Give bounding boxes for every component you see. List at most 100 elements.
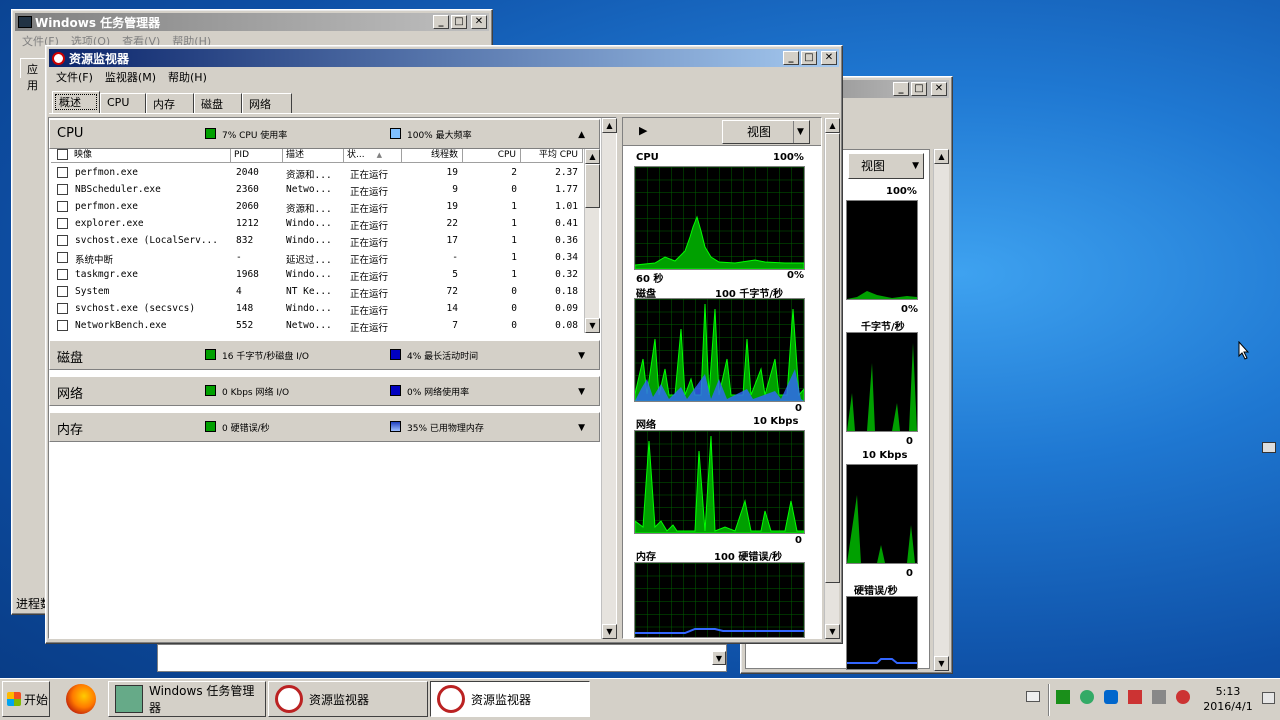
row-checkbox[interactable]	[57, 218, 68, 229]
maximize-button[interactable]: □	[451, 15, 467, 29]
table-row[interactable]: svchost.exe (LocalServ... 832 Windo... 正…	[51, 232, 584, 249]
col-status[interactable]: 状... ▲	[344, 149, 402, 163]
network-status-icon[interactable]	[1080, 690, 1094, 704]
close-button[interactable]: ✕	[931, 82, 947, 96]
col-threads[interactable]: 线程数	[402, 149, 463, 163]
col-cpu[interactable]: CPU	[463, 149, 521, 163]
col-image[interactable]: 映像	[51, 149, 231, 163]
taskbar-task-manager[interactable]: Windows 任务管理器	[108, 681, 266, 717]
view-button[interactable]: 视图 ▼	[722, 120, 810, 144]
clock-time: 5:13	[1215, 685, 1241, 698]
row-checkbox[interactable]	[57, 252, 68, 263]
memory-section-header[interactable]: 内存 0 硬错误/秒 35% 已用物理内存 ▼	[49, 412, 600, 442]
cell-pid: 552	[236, 320, 254, 331]
network-section-header[interactable]: 网络 0 Kbps 网络 I/O 0% 网络使用率 ▼	[49, 376, 600, 406]
firefox-icon[interactable]	[66, 684, 96, 714]
minimize-button[interactable]: _	[783, 51, 799, 65]
cell-image: 系统中断	[75, 255, 114, 266]
scroll-thumb[interactable]	[825, 133, 840, 583]
security-alert-icon[interactable]	[1128, 690, 1142, 704]
resource-monitor-titlebar[interactable]: 资源监视器 _ □ ✕	[49, 49, 839, 67]
back-scrollbar[interactable]: ▲ ▼	[933, 149, 949, 671]
left-pane-scrollbar[interactable]: ▲ ▼	[601, 118, 617, 639]
taskbar-resource-monitor-1[interactable]: 资源监视器	[268, 681, 428, 717]
scroll-down-icon[interactable]: ▼	[934, 656, 949, 671]
tab-overview[interactable]: 概述	[52, 91, 100, 113]
menu-help[interactable]: 帮助(H)	[162, 69, 213, 85]
table-row[interactable]: taskmgr.exe 1968 Windo... 正在运行 5 1 0.32	[51, 266, 584, 283]
start-button[interactable]: 开始	[2, 681, 50, 717]
tab-memory[interactable]: 内存	[146, 93, 194, 113]
show-desktop-icon[interactable]	[1262, 692, 1275, 704]
cpu-section-header[interactable]: CPU 7% CPU 使用率 100% 最大频率 ▲	[49, 119, 600, 149]
scroll-up-icon[interactable]: ▲	[602, 118, 617, 133]
minimize-button[interactable]: _	[893, 82, 909, 96]
select-all-checkbox[interactable]	[57, 149, 68, 160]
col-status-label: 状...	[347, 150, 365, 160]
action-center-icon[interactable]	[1104, 690, 1118, 704]
table-row[interactable]: System 4 NT Ke... 正在运行 72 0 0.18	[51, 283, 584, 300]
menu-monitor[interactable]: 监视器(M)	[99, 69, 162, 85]
cell-pid: 2360	[236, 184, 259, 195]
network-icon[interactable]	[1152, 690, 1166, 704]
row-checkbox[interactable]	[57, 184, 68, 195]
table-row[interactable]: perfmon.exe 2040 资源和... 正在运行 19 2 2.37	[51, 164, 584, 181]
close-button[interactable]: ✕	[471, 15, 487, 29]
task-manager-titlebar[interactable]: Windows 任务管理器 _ □ ✕	[15, 13, 489, 31]
scroll-down-icon[interactable]: ▼	[712, 651, 726, 665]
background-input-strip: ▼	[157, 644, 727, 672]
cell-avg-cpu: 0.08	[555, 320, 578, 331]
minimize-button[interactable]: _	[433, 15, 449, 29]
cell-cpu: 0	[511, 320, 517, 331]
expand-down-icon[interactable]: ▼	[578, 351, 585, 361]
disk-section-header[interactable]: 磁盘 16 千字节/秒磁盘 I/O 4% 最长活动时间 ▼	[49, 340, 600, 370]
cpu-table-scrollbar[interactable]: ▲ ▼	[584, 149, 600, 333]
graph-pane-scrollbar[interactable]: ▲ ▼	[824, 118, 840, 639]
row-checkbox[interactable]	[57, 167, 68, 178]
clock[interactable]: 5:13 2016/4/1	[1198, 684, 1258, 714]
network-usage-legend: 0% 网络使用率	[407, 388, 470, 398]
collapse-pane-icon[interactable]: ▶	[639, 124, 647, 137]
scroll-down-icon[interactable]: ▼	[585, 318, 600, 333]
scroll-up-icon[interactable]: ▲	[934, 149, 949, 164]
back-graph-disk-min: 0	[906, 436, 913, 447]
expand-down-icon[interactable]: ▼	[578, 387, 585, 397]
max-frequency-legend-swatch	[390, 128, 401, 139]
table-row[interactable]: 系统中断 - 延迟过... 正在运行 - 1 0.34	[51, 249, 584, 266]
row-checkbox[interactable]	[57, 201, 68, 212]
table-row[interactable]: perfmon.exe 2060 资源和... 正在运行 19 1 1.01	[51, 198, 584, 215]
tab-disk[interactable]: 磁盘	[194, 93, 242, 113]
collapse-up-icon[interactable]: ▲	[578, 130, 585, 140]
row-checkbox[interactable]	[57, 235, 68, 246]
expand-down-icon[interactable]: ▼	[578, 423, 585, 433]
table-row[interactable]: explorer.exe 1212 Windo... 正在运行 22 1 0.4…	[51, 215, 584, 232]
table-row[interactable]: svchost.exe (secsvcs) 148 Windo... 正在运行 …	[51, 300, 584, 317]
volume-muted-icon[interactable]	[1176, 690, 1190, 704]
tab-network[interactable]: 网络	[242, 93, 292, 113]
row-checkbox[interactable]	[57, 269, 68, 280]
back-graph-net-max: 10 Kbps	[862, 450, 908, 461]
col-description[interactable]: 描述	[283, 149, 344, 163]
tab-cpu[interactable]: CPU	[100, 93, 146, 113]
col-pid[interactable]: PID	[231, 149, 283, 163]
scroll-up-icon[interactable]: ▲	[585, 149, 600, 164]
scroll-up-icon[interactable]: ▲	[825, 118, 840, 133]
taskbar-resource-monitor-2[interactable]: 资源监视器	[430, 681, 590, 717]
table-row[interactable]: NBScheduler.exe 2360 Netwo... 正在运行 9 0 1…	[51, 181, 584, 198]
row-checkbox[interactable]	[57, 320, 68, 331]
close-button[interactable]: ✕	[821, 51, 837, 65]
row-checkbox[interactable]	[57, 303, 68, 314]
col-avg-cpu[interactable]: 平均 CPU	[521, 149, 583, 163]
maximize-button[interactable]: □	[911, 82, 927, 96]
scroll-thumb[interactable]	[585, 164, 600, 208]
back-graph-mem	[846, 596, 918, 670]
row-checkbox[interactable]	[57, 286, 68, 297]
back-view-button[interactable]: 视图 ▼	[848, 153, 924, 179]
keyboard-icon[interactable]	[1026, 691, 1040, 702]
table-row[interactable]: NetworkBench.exe 552 Netwo... 正在运行 7 0 0…	[51, 317, 584, 334]
menu-file[interactable]: 文件(F)	[50, 69, 99, 85]
scroll-down-icon[interactable]: ▼	[825, 624, 840, 639]
tray-app-icon[interactable]	[1056, 690, 1070, 704]
scroll-down-icon[interactable]: ▼	[602, 624, 617, 639]
maximize-button[interactable]: □	[801, 51, 817, 65]
